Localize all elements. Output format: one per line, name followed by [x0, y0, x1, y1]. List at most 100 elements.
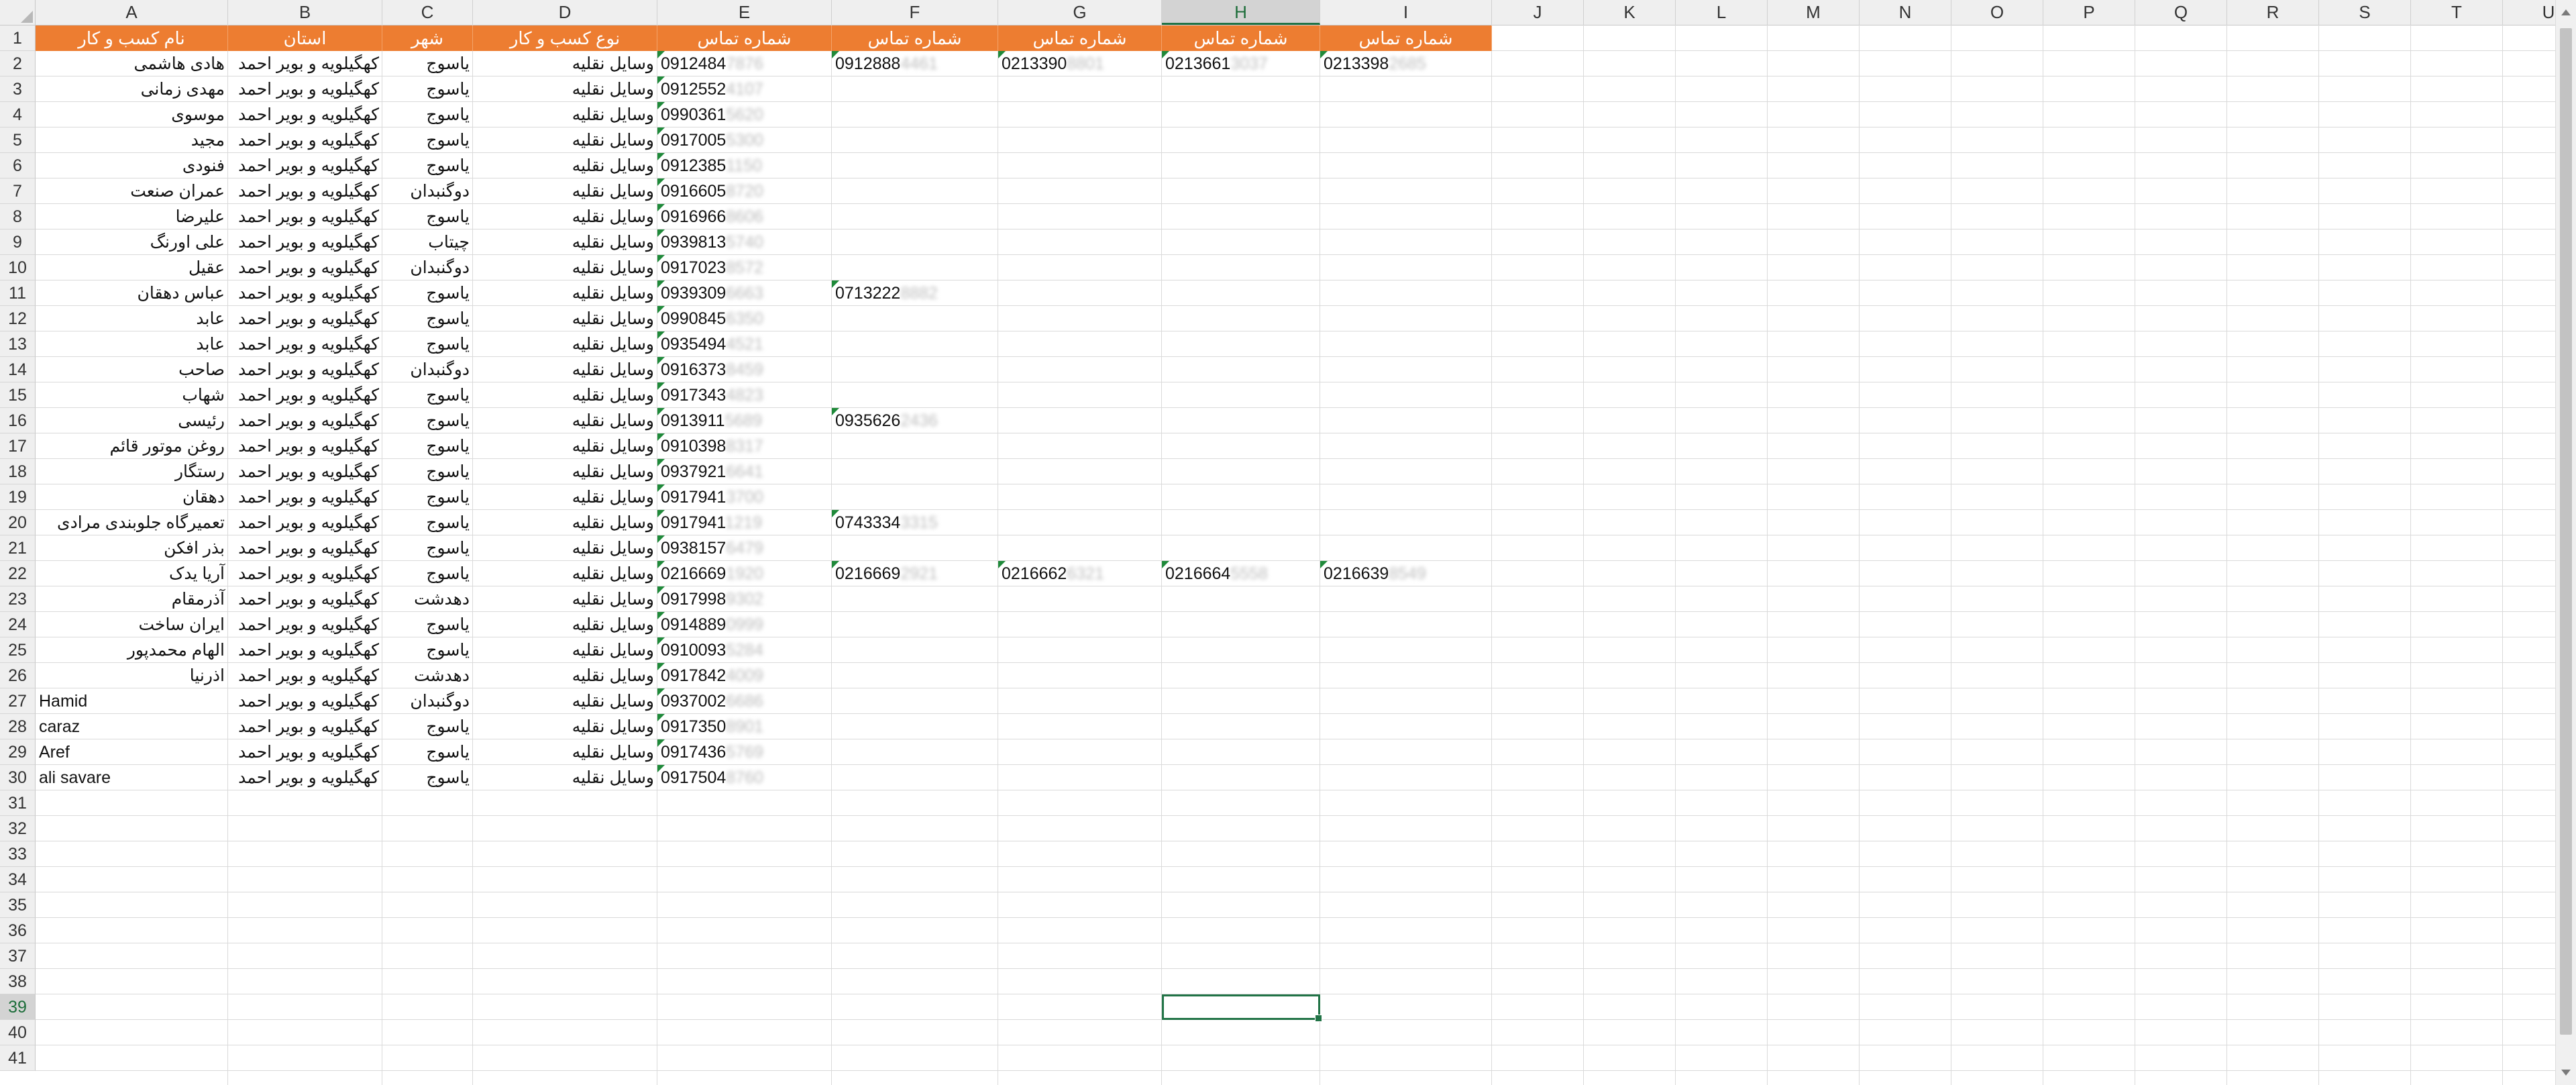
cell-phone[interactable]: 02166692921 [832, 561, 998, 586]
cell-type[interactable]: وسایل نقلیه [473, 102, 657, 127]
cell-type[interactable]: وسایل نقلیه [473, 76, 657, 102]
cell-province[interactable]: کهگیلویه و بویر احمد [228, 739, 382, 765]
cell-province[interactable]: کهگیلویه و بویر احمد [228, 663, 382, 688]
cell-type[interactable]: وسایل نقلیه [473, 357, 657, 382]
cell-province[interactable]: کهگیلویه و بویر احمد [228, 535, 382, 561]
cell-phone[interactable]: 09166058720 [657, 178, 832, 204]
cell-type[interactable]: وسایل نقلیه [473, 127, 657, 153]
cell-phone[interactable]: 09163738459 [657, 357, 832, 382]
cell-city[interactable]: یاسوج [382, 306, 473, 331]
cell-province[interactable]: کهگیلویه و بویر احمد [228, 408, 382, 433]
column-header-p[interactable]: P [2043, 0, 2135, 25]
select-all-corner[interactable] [0, 0, 36, 25]
cell-province[interactable]: کهگیلویه و بویر احمد [228, 612, 382, 637]
cell-province[interactable]: کهگیلویه و بویر احمد [228, 382, 382, 408]
cell-type[interactable]: وسایل نقلیه [473, 688, 657, 714]
cell-phone[interactable]: 09124847876 [657, 51, 832, 76]
header-cell-g[interactable]: شماره تماس [998, 25, 1162, 51]
column-header-t[interactable]: T [2411, 0, 2503, 25]
cell-type[interactable]: وسایل نقلیه [473, 306, 657, 331]
cell-type[interactable]: وسایل نقلیه [473, 739, 657, 765]
scroll-thumb[interactable] [2560, 28, 2572, 1035]
cell-phone[interactable]: 02166691920 [657, 561, 832, 586]
cell-phone[interactable]: 09370026686 [657, 688, 832, 714]
cell-phone[interactable]: 09125524107 [657, 76, 832, 102]
cell-name[interactable]: عمران صنعت [36, 178, 228, 204]
spreadsheet-grid[interactable]: ABCDEFGHIJKLMNOPQRSTU 1 2 3 4 5 6 7 8 9 10 11 12 13 1… [0, 0, 2556, 1085]
row-header-35[interactable]: 35 [0, 892, 36, 918]
cell-name[interactable]: آریا یدک [36, 561, 228, 586]
column-header-o[interactable]: O [1951, 0, 2043, 25]
cell-city[interactable]: یاسوج [382, 714, 473, 739]
cell-phone[interactable]: 09175048760 [657, 765, 832, 790]
cell-province[interactable]: کهگیلویه و بویر احمد [228, 510, 382, 535]
header-cell-a[interactable]: نام کسب و کار [36, 25, 228, 51]
cell-province[interactable]: کهگیلویه و بویر احمد [228, 102, 382, 127]
cell-phone[interactable]: 09356262436 [832, 408, 998, 433]
row-header-11[interactable]: 11 [0, 280, 36, 306]
cell-type[interactable]: وسایل نقلیه [473, 484, 657, 510]
cell-province[interactable]: کهگیلویه و بویر احمد [228, 331, 382, 357]
row-header-4[interactable]: 4 [0, 102, 36, 127]
cell-name[interactable]: علیرضا [36, 204, 228, 229]
row-header-3[interactable]: 3 [0, 76, 36, 102]
cell-province[interactable]: کهگیلویه و بویر احمد [228, 484, 382, 510]
row-header-26[interactable]: 26 [0, 663, 36, 688]
cell-name[interactable]: فنودی [36, 153, 228, 178]
column-header-b[interactable]: B [228, 0, 382, 25]
row-header-25[interactable]: 25 [0, 637, 36, 663]
cell-phone[interactable]: 09381576479 [657, 535, 832, 561]
cell-city[interactable]: یاسوج [382, 153, 473, 178]
column-header-h[interactable]: H [1162, 0, 1320, 25]
cell-phone[interactable]: 02166398549 [1320, 561, 1492, 586]
row-header-32[interactable]: 32 [0, 816, 36, 841]
cell-province[interactable]: کهگیلویه و بویر احمد [228, 357, 382, 382]
cell-type[interactable]: وسایل نقلیه [473, 408, 657, 433]
cell-type[interactable]: وسایل نقلیه [473, 535, 657, 561]
row-header-17[interactable]: 17 [0, 433, 36, 459]
cell-city[interactable]: یاسوج [382, 127, 473, 153]
cell-phone[interactable]: 09179411219 [657, 510, 832, 535]
cell-type[interactable]: وسایل نقلیه [473, 433, 657, 459]
cell-name[interactable]: بذر افکن [36, 535, 228, 561]
cell-phone[interactable]: 09169668606 [657, 204, 832, 229]
cell-type[interactable]: وسایل نقلیه [473, 765, 657, 790]
cell-province[interactable]: کهگیلویه و بویر احمد [228, 765, 382, 790]
cell-type[interactable]: وسایل نقلیه [473, 280, 657, 306]
cell-name[interactable]: الهام محمدپور [36, 637, 228, 663]
cell-city[interactable]: دهدشت [382, 586, 473, 612]
cell-city[interactable]: یاسوج [382, 408, 473, 433]
row-header-2[interactable]: 2 [0, 51, 36, 76]
cell-city[interactable]: چیتاب [382, 229, 473, 255]
fill-handle[interactable] [1315, 1015, 1322, 1022]
cell-province[interactable]: کهگیلویه و بویر احمد [228, 714, 382, 739]
cell-phone[interactable]: 09354944521 [657, 331, 832, 357]
cell-phone[interactable]: 09173434823 [657, 382, 832, 408]
cell-type[interactable]: وسایل نقلیه [473, 51, 657, 76]
cell-phone[interactable]: 07132228882 [832, 280, 998, 306]
vertical-scrollbar[interactable] [2555, 0, 2576, 1085]
cell-phone[interactable]: 02136613037 [1162, 51, 1320, 76]
cell-phone[interactable]: 07433343315 [832, 510, 998, 535]
column-header-g[interactable]: G [998, 0, 1162, 25]
header-cell-f[interactable]: شماره تماس [832, 25, 998, 51]
cell-province[interactable]: کهگیلویه و بویر احمد [228, 255, 382, 280]
row-header-9[interactable]: 9 [0, 229, 36, 255]
cell-city[interactable]: یاسوج [382, 484, 473, 510]
cell-name[interactable]: ali savare [36, 765, 228, 790]
cell-phone[interactable]: 02166626321 [998, 561, 1162, 586]
cell-phone[interactable]: 09908456350 [657, 306, 832, 331]
cell-type[interactable]: وسایل نقلیه [473, 586, 657, 612]
cell-city[interactable]: یاسوج [382, 51, 473, 76]
column-header-e[interactable]: E [657, 0, 832, 25]
cell-phone[interactable]: 02133982685 [1320, 51, 1492, 76]
cell-name[interactable]: caraz [36, 714, 228, 739]
cell-name[interactable]: Aref [36, 739, 228, 765]
column-header-u[interactable]: U [2503, 0, 2556, 25]
row-header-27[interactable]: 27 [0, 688, 36, 714]
cell-name[interactable]: روغن موتور قائم [36, 433, 228, 459]
row-header-41[interactable]: 41 [0, 1045, 36, 1071]
cell-province[interactable]: کهگیلویه و بویر احمد [228, 688, 382, 714]
cell-province[interactable]: کهگیلویه و بویر احمد [228, 280, 382, 306]
cell-phone[interactable]: 02166645558 [1162, 561, 1320, 586]
